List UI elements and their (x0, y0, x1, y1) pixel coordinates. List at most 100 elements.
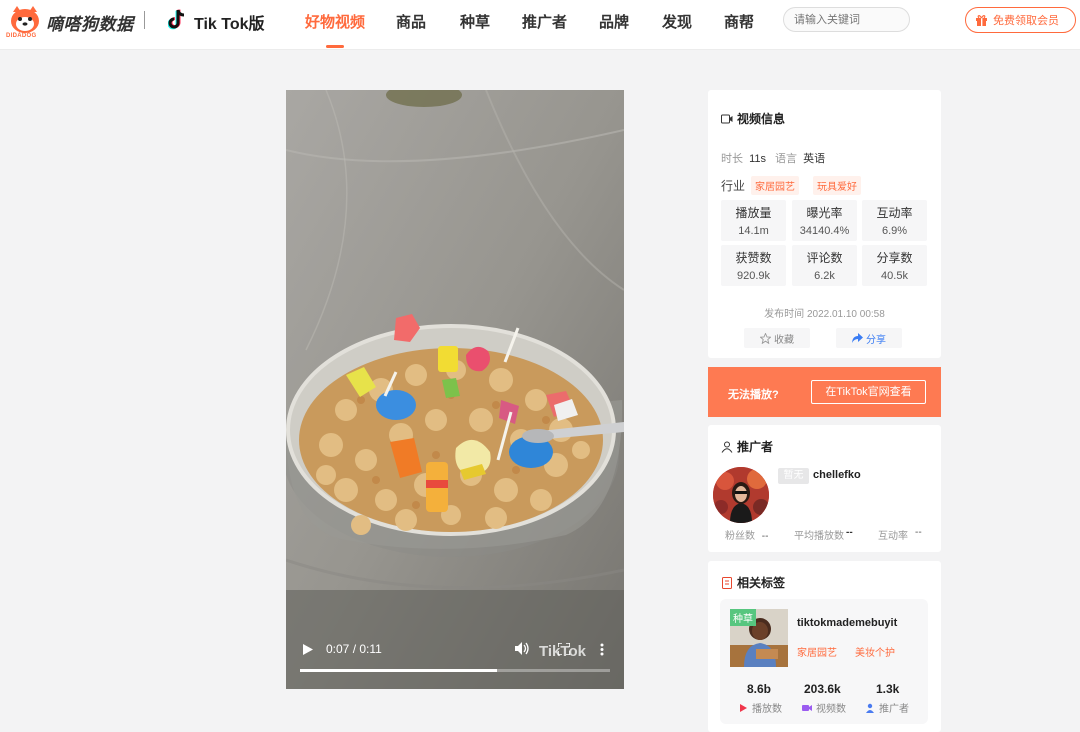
stat-exposure: 曝光率 34140.4% (792, 200, 857, 241)
logo-caption: DIDADOG (6, 33, 37, 39)
free-vip-button[interactable]: 免费领取会员 (965, 7, 1076, 33)
hashtag-promoters-value: 1.3k (876, 682, 900, 696)
cannot-play-text: 无法播放? (728, 389, 779, 401)
stat-value: 920.9k (736, 270, 771, 282)
hashtag-videos-label-row: 视频数 (802, 700, 846, 715)
video-info-title-text: 视频信息 (737, 112, 786, 126)
favorite-label: 收藏 (774, 334, 794, 346)
stat-label: 分享数 (876, 251, 913, 265)
hashtag-badge: 种草 (730, 609, 756, 626)
hashtag-promoters-label: 推广者 (879, 704, 909, 715)
play-circle-icon (740, 703, 747, 712)
publish-time: 发布时间 2022.01.10 00:58 (764, 309, 885, 320)
favorite-button[interactable]: 收藏 (744, 328, 810, 348)
video-info-card: 视频信息 时长 11s 语言 英语 行业 家居园艺 玩具爱好 播放量 14.1m … (708, 90, 941, 358)
nav-merchant-help[interactable]: 商帮 (724, 11, 754, 32)
stat-comments: 评论数 6.2k (792, 245, 857, 286)
stat-label: 曝光率 (806, 206, 843, 220)
nav-active-underline (326, 45, 344, 48)
platform-label[interactable]: Tik Tok版 (194, 10, 265, 34)
video-camera-icon (802, 704, 812, 711)
nav-brands[interactable]: 品牌 (599, 11, 629, 32)
language-value: 英语 (803, 153, 826, 165)
stat-label: 获赞数 (735, 251, 772, 265)
more-options-icon[interactable] (600, 643, 604, 656)
user-icon (721, 441, 733, 453)
stat-value: 40.5k (881, 270, 908, 282)
duration-row: 时长 11s 语言 英语 (721, 150, 825, 166)
gift-icon (976, 14, 987, 26)
hashtag-plays-value: 8.6b (747, 682, 772, 696)
cannot-play-banner: 无法播放? 在TikTok官网查看 (708, 367, 941, 417)
fans-value: -- (761, 531, 769, 542)
promoter-stats: 粉丝数 -- 平均播放数 -- 互动率 -- (725, 527, 935, 542)
play-icon[interactable] (303, 644, 313, 655)
search-input[interactable] (783, 7, 910, 32)
fullscreen-icon[interactable] (558, 643, 570, 655)
fans-label: 粉丝数 (725, 531, 755, 542)
industry-tag-toys-hobbies[interactable]: 玩具爱好 (813, 176, 862, 195)
share-icon (852, 333, 863, 343)
stat-label: 播放量 (735, 206, 772, 220)
avg-plays-label: 平均播放数 (794, 531, 844, 542)
video-time: 0:07 / 0:11 (326, 642, 382, 656)
stat-engagement: 互动率 6.9% (862, 200, 927, 241)
share-button[interactable]: 分享 (836, 328, 902, 348)
industry-label: 行业 (721, 179, 746, 193)
stat-value: 6.9% (881, 225, 908, 237)
video-progress-bar[interactable] (300, 669, 610, 672)
nav-good-videos[interactable]: 好物视频 (305, 11, 365, 32)
duration-label: 时长 (721, 153, 743, 165)
promoter-name[interactable]: chellefko (813, 469, 861, 481)
avg-plays-value: -- (846, 527, 853, 538)
hashtag-category-beauty: 美妆个护 (855, 648, 895, 659)
video-player[interactable]: 0:07 / 0:11 TikTok (286, 90, 624, 689)
hashtag-promoters-label-row: 推广者 (865, 700, 909, 715)
hashtag-category-home-garden: 家居园艺 (797, 648, 837, 659)
video-frame-image (286, 90, 624, 689)
top-navbar: DIDADOG 嘀嗒狗数据 Tik Tok版 好物视频 商品 种草 推广者 品牌… (0, 0, 1080, 50)
duration-value: 11s (749, 153, 766, 165)
hashtag-name[interactable]: tiktokmademebuyit (797, 617, 897, 629)
related-tags-title-text: 相关标签 (737, 576, 786, 590)
stat-shares: 分享数 40.5k (862, 245, 927, 286)
hashtag-item[interactable]: 种草 tiktokmademebuyit 家居园艺 美妆个护 8.6b 203.… (720, 599, 928, 724)
avatar-image (713, 467, 769, 523)
stat-value: 14.1m (738, 225, 769, 237)
promoter-badge: 暂无 (778, 468, 809, 484)
hashtag-plays-label-row: 播放数 (738, 700, 782, 715)
stat-label: 评论数 (806, 251, 843, 265)
language-label: 语言 (775, 153, 798, 165)
stat-likes: 获赞数 920.9k (721, 245, 786, 286)
tiktok-icon (168, 9, 185, 30)
people-icon (866, 703, 874, 713)
volume-icon[interactable] (515, 642, 529, 655)
industry-row: 行业 家居园艺 玩具爱好 (721, 176, 862, 195)
promoter-rate-value: -- (915, 527, 922, 538)
tag-icon (722, 576, 732, 589)
promoter-title: 推广者 (721, 438, 773, 455)
stat-plays: 播放量 14.1m (721, 200, 786, 241)
nav-discover[interactable]: 发现 (662, 11, 692, 32)
header-divider (144, 11, 145, 29)
nav-promoters[interactable]: 推广者 (522, 11, 567, 32)
hashtag-videos-value: 203.6k (804, 682, 841, 696)
promoter-title-text: 推广者 (737, 440, 774, 454)
nav-products[interactable]: 商品 (396, 11, 426, 32)
hashtag-plays-label: 播放数 (752, 704, 782, 715)
video-icon (721, 114, 733, 123)
related-tags-title: 相关标签 (721, 574, 785, 591)
free-vip-label: 免费领取会员 (993, 15, 1059, 27)
nav-seeding[interactable]: 种草 (460, 11, 490, 32)
promoter-avatar[interactable] (713, 467, 769, 523)
hashtag-videos-label: 视频数 (816, 704, 846, 715)
view-on-tiktok-button[interactable]: 在TikTok官网查看 (811, 380, 926, 404)
video-info-title: 视频信息 (721, 110, 785, 127)
star-icon (760, 332, 771, 344)
brand-name[interactable]: 嘀嗒狗数据 (46, 10, 134, 35)
industry-tag-home-garden[interactable]: 家居园艺 (751, 176, 800, 195)
stat-value: 6.2k (814, 270, 835, 282)
stat-value: 34140.4% (799, 225, 850, 237)
stat-label: 互动率 (876, 206, 913, 220)
share-label: 分享 (866, 334, 886, 346)
